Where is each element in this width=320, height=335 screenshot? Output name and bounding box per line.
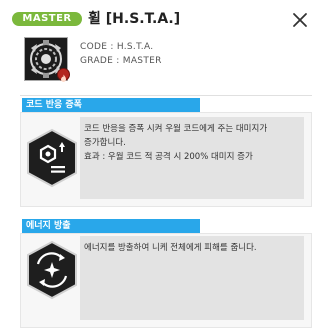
header: MASTER 휠 [H.S.T.A.] CODE : H.S.T.A. GRAD… [0,0,320,95]
equipment-portrait [24,37,70,82]
close-icon [293,13,307,27]
code-label: CODE : H.S.T.A. [80,42,154,52]
hexagon-gear-arrow-icon [27,128,77,188]
close-button[interactable] [290,10,310,30]
element-badge [57,68,70,82]
header-divider [20,95,312,96]
description-line: 에너지를 방출하여 니케 전체에게 피해를 줍니다. [84,243,257,253]
grade-badge: MASTER [12,12,82,26]
skill-icon-code-reaction [26,128,78,188]
description-box-energy-release: 에너지를 방출하여 니케 전체에게 피해를 줍니다. [80,236,304,320]
section-tab-code-reaction: 코드 반응 증폭 [22,98,200,112]
energy-burst-icon [27,240,77,300]
description-line: 효과 : 우월 코드 적 공격 시 200% 대미지 증가 [84,152,253,162]
description-line: 코드 반응을 증폭 시켜 우월 코드에게 주는 대미지가 [84,124,268,134]
section-tab-energy-release: 에너지 방출 [22,219,200,233]
skill-icon-energy-release [26,240,78,300]
description-box-code-reaction: 코드 반응을 증폭 시켜 우월 코드에게 주는 대미지가 증가합니다. 효과 :… [80,117,304,199]
description-line: 증가합니다. [84,138,126,148]
page-title: 휠 [H.S.T.A.] [88,11,181,27]
grade-label: GRADE : MASTER [80,56,162,66]
fire-icon [61,74,66,82]
